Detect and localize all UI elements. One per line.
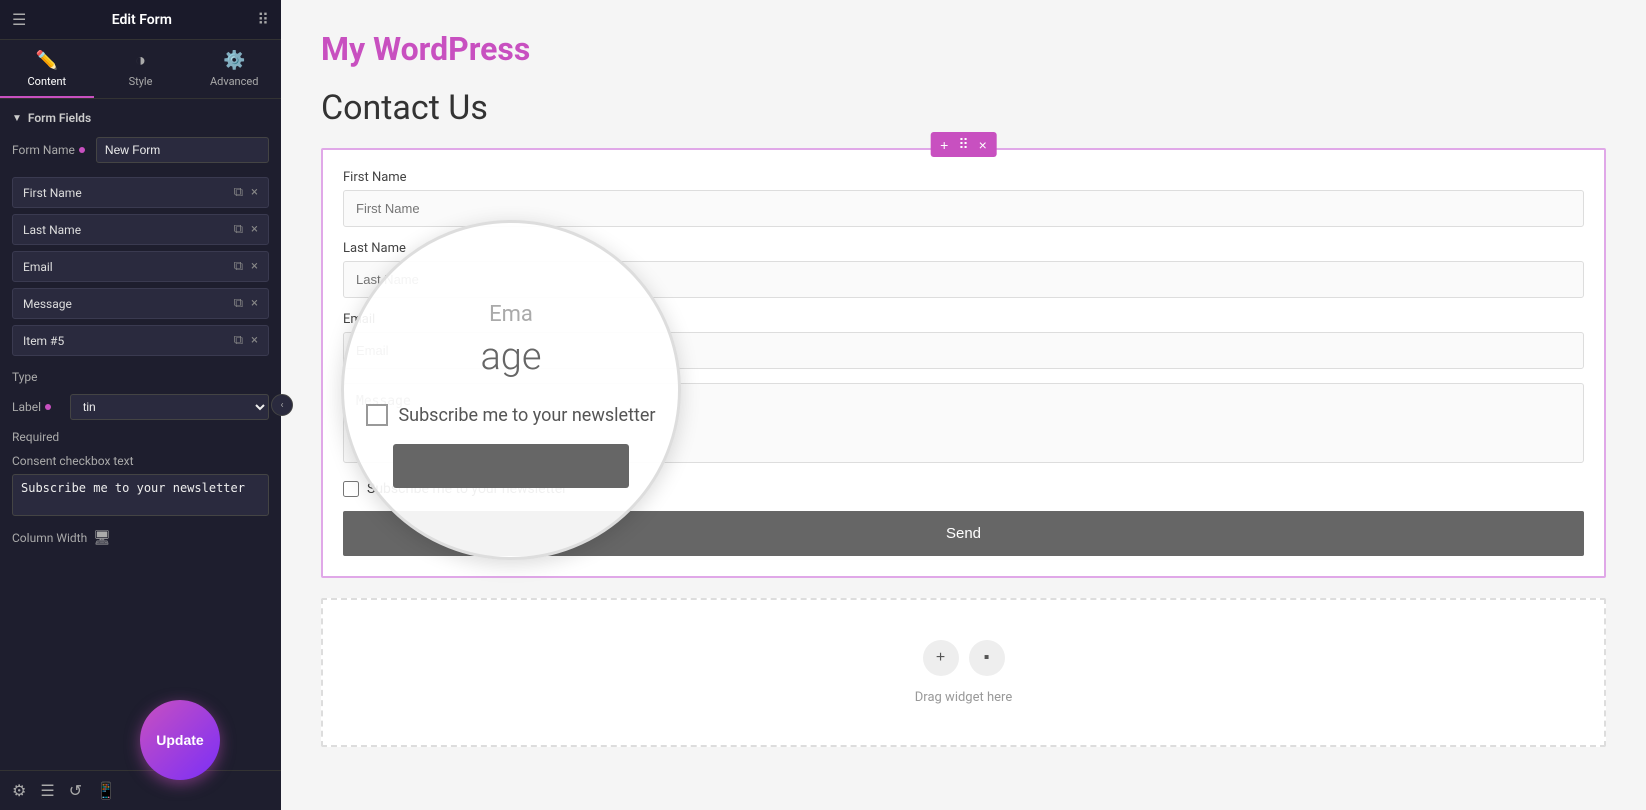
panel-body: ▼ Form Fields Form Name First Name ⧉ × L… (0, 99, 281, 770)
form-field-email: Email (343, 312, 1584, 369)
remove-field-message-icon[interactable]: × (251, 296, 258, 311)
drop-zone-widget-button[interactable]: ▪ (969, 640, 1005, 676)
advanced-tab-icon: ⚙️ (223, 50, 245, 71)
panel-bottom: ⚙ ☰ ↺ 📱 (0, 770, 281, 810)
field-item-email: Email ⧉ × (12, 251, 269, 282)
form-field-lastname: Last Name (343, 241, 1584, 298)
panel-tabs: ✏️ Content ◑ Style ⚙️ Advanced (0, 40, 281, 99)
type-label: Type (12, 370, 38, 384)
firstname-input[interactable] (343, 190, 1584, 227)
type-row: Type (12, 370, 269, 384)
send-button[interactable]: Send (343, 511, 1584, 556)
collapse-panel-icon[interactable]: ‹ (271, 394, 293, 416)
site-title: My WordPress (321, 30, 1606, 68)
widget-close-button[interactable]: × (975, 135, 991, 155)
duplicate-field-email-icon[interactable]: ⧉ (234, 259, 243, 274)
form-widget: + ⠿ × First Name Last Name Email Subscri… (321, 148, 1606, 578)
form-name-row: Form Name (12, 137, 269, 163)
layers-icon[interactable]: ☰ (40, 781, 54, 800)
widget-add-button[interactable]: + (936, 135, 952, 155)
form-field-message (343, 383, 1584, 467)
remove-field-firstname-icon[interactable]: × (251, 185, 258, 200)
field-actions-message: ⧉ × (234, 296, 258, 311)
advanced-tab-label: Advanced (210, 75, 258, 88)
label-select[interactable]: tin (70, 394, 269, 420)
label-row: Label tin (12, 394, 269, 420)
consent-textarea[interactable]: Subscribe me to your newsletter (12, 474, 269, 516)
form-name-input[interactable] (96, 137, 269, 163)
form-name-dot-icon (79, 147, 85, 153)
consent-checkbox[interactable] (343, 481, 359, 497)
field-label-lastname: Last Name (23, 223, 234, 237)
consent-checkbox-label: Subscribe me to your newsletter (367, 481, 567, 497)
form-fields-section-label: Form Fields (28, 111, 91, 125)
field-label-email: Email (23, 260, 234, 274)
drop-zone-icons: + ▪ (923, 640, 1005, 676)
duplicate-field-lastname-icon[interactable]: ⧉ (234, 222, 243, 237)
message-textarea[interactable] (343, 383, 1584, 463)
email-label: Email (343, 312, 1584, 327)
grid-icon[interactable]: ⠿ (257, 10, 269, 29)
drop-zone-text: Drag widget here (915, 690, 1012, 705)
form-fields-section-header[interactable]: ▼ Form Fields (12, 111, 269, 125)
tab-advanced[interactable]: ⚙️ Advanced (187, 40, 281, 98)
form-field-firstname: First Name (343, 170, 1584, 227)
consent-checkbox-row: Subscribe me to your newsletter (343, 481, 1584, 497)
field-list: First Name ⧉ × Last Name ⧉ × Email ⧉ × (12, 177, 269, 356)
email-input[interactable] (343, 332, 1584, 369)
responsive-icon[interactable]: 📱 (96, 781, 116, 800)
page-title: Contact Us (321, 88, 1606, 128)
content-tab-icon: ✏️ (36, 50, 58, 71)
required-row: Required (12, 430, 269, 444)
style-tab-label: Style (129, 75, 153, 88)
field-label-item5: Item #5 (23, 334, 234, 348)
left-panel: ☰ Edit Form ⠿ ✏️ Content ◑ Style ⚙️ Adva… (0, 0, 281, 810)
update-button[interactable]: Update (140, 700, 220, 780)
main-content: My WordPress Contact Us + ⠿ × First Name… (281, 0, 1646, 810)
duplicate-field-item5-icon[interactable]: ⧉ (234, 333, 243, 348)
field-actions-item5: ⧉ × (234, 333, 258, 348)
field-item-item5: Item #5 ⧉ × (12, 325, 269, 356)
form-name-label: Form Name (12, 143, 88, 157)
settings-icon[interactable]: ⚙ (12, 781, 26, 800)
content-tab-label: Content (28, 75, 67, 88)
lastname-label: Last Name (343, 241, 1584, 256)
duplicate-field-message-icon[interactable]: ⧉ (234, 296, 243, 311)
widget-move-button[interactable]: ⠿ (954, 134, 972, 155)
consent-label: Consent checkbox text (12, 454, 269, 468)
style-tab-icon: ◑ (135, 50, 146, 71)
label-field-label: Label (12, 400, 62, 414)
bottom-icons: ⚙ ☰ ↺ 📱 (12, 781, 116, 800)
field-item-firstname: First Name ⧉ × (12, 177, 269, 208)
field-label-message: Message (23, 297, 234, 311)
history-icon[interactable]: ↺ (69, 781, 82, 800)
column-width-row: Column Width 🖥 (12, 530, 269, 546)
firstname-label: First Name (343, 170, 1584, 185)
remove-field-item5-icon[interactable]: × (251, 333, 258, 348)
drop-zone-add-button[interactable]: + (923, 640, 959, 676)
field-actions-lastname: ⧉ × (234, 222, 258, 237)
duplicate-field-firstname-icon[interactable]: ⧉ (234, 185, 243, 200)
remove-field-email-icon[interactable]: × (251, 259, 258, 274)
widget-toolbar: + ⠿ × (930, 132, 997, 157)
lastname-input[interactable] (343, 261, 1584, 298)
tab-style[interactable]: ◑ Style (94, 40, 188, 98)
field-actions-firstname: ⧉ × (234, 185, 258, 200)
hamburger-icon[interactable]: ☰ (12, 10, 26, 29)
remove-field-lastname-icon[interactable]: × (251, 222, 258, 237)
desktop-icon: 🖥 (93, 530, 111, 546)
drop-zone: + ▪ Drag widget here (321, 598, 1606, 747)
required-label: Required (12, 430, 59, 444)
label-dot-icon (45, 404, 51, 410)
field-item-message: Message ⧉ × (12, 288, 269, 319)
tab-content[interactable]: ✏️ Content (0, 40, 94, 98)
column-width-label: Column Width 🖥 (12, 530, 269, 546)
field-actions-email: ⧉ × (234, 259, 258, 274)
panel-header: ☰ Edit Form ⠿ (0, 0, 281, 40)
section-arrow-icon: ▼ (12, 113, 22, 124)
panel-header-title: Edit Form (112, 12, 172, 28)
field-label-firstname: First Name (23, 186, 234, 200)
field-item-lastname: Last Name ⧉ × (12, 214, 269, 245)
